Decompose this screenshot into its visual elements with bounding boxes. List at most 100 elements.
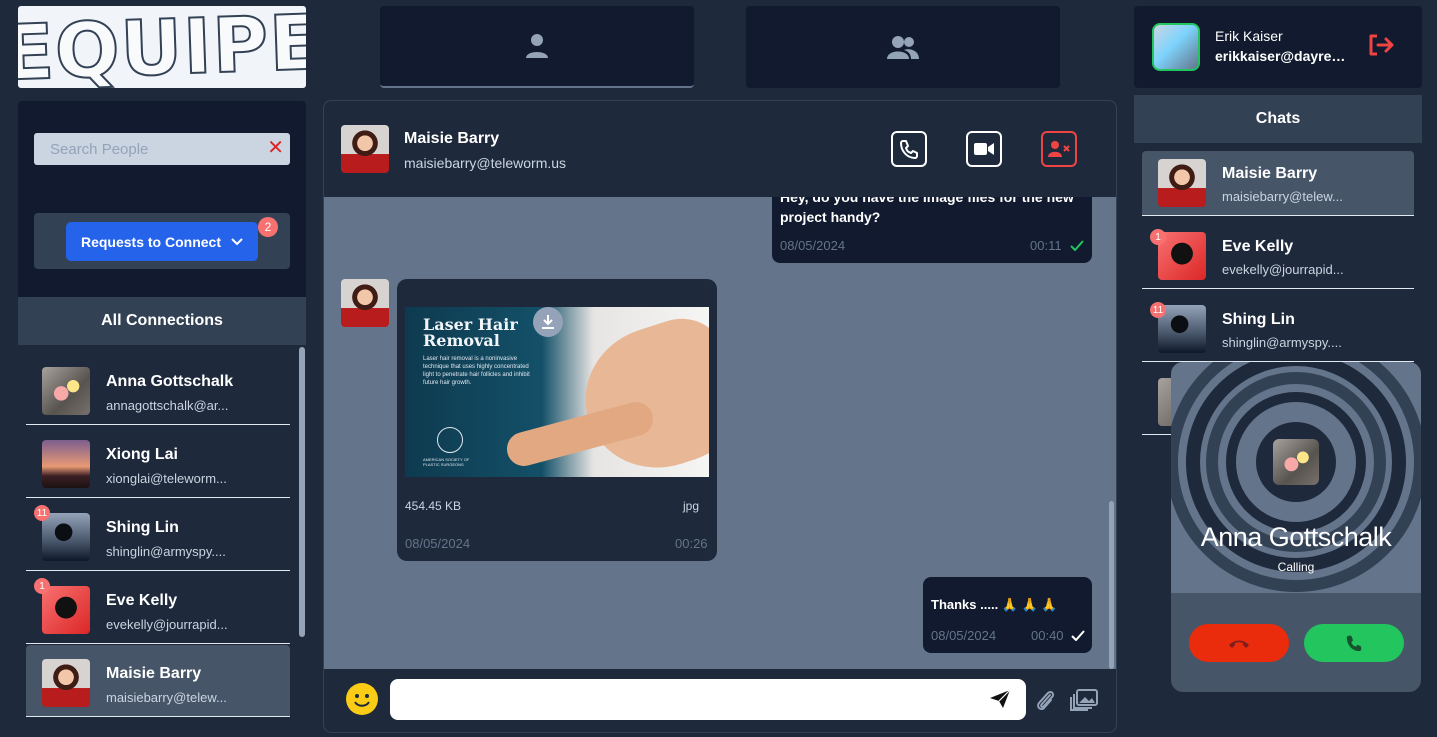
- user-email: erikkaiser@dayrep...: [1215, 48, 1347, 64]
- gallery-button[interactable]: [1070, 689, 1098, 716]
- connection-item-selected[interactable]: Maisie Barry maisiebarry@telew...: [26, 645, 290, 717]
- contact-email: maisiebarry@teleworm.us: [404, 155, 567, 171]
- avatar: [42, 513, 90, 561]
- avatar: [42, 586, 90, 634]
- send-icon: [990, 689, 1011, 708]
- clear-search-icon[interactable]: ✕: [267, 138, 284, 158]
- requests-label: Requests to Connect: [80, 233, 221, 250]
- tab-group-chats[interactable]: [746, 6, 1060, 88]
- incoming-call-card: Anna Gottschalk Calling: [1171, 362, 1421, 692]
- chat-panel: Hey, do you have the image files for the…: [323, 100, 1117, 733]
- tab-direct-chats[interactable]: [380, 6, 694, 88]
- connection-item[interactable]: Anna Gottschalk annagottschalk@ar...: [26, 353, 290, 425]
- chat-item[interactable]: Eve Kelly evekelly@jourrapid... 1: [1142, 224, 1414, 289]
- message-text: Thanks ..... 🙏 🙏 🙏: [931, 597, 1058, 612]
- user-remove-icon: [1048, 141, 1070, 157]
- connection-item[interactable]: Eve Kelly evekelly@jourrapid... 1: [26, 572, 290, 644]
- logout-icon: [1369, 34, 1394, 56]
- connections-scrollbar[interactable]: [299, 347, 305, 637]
- connection-email: shinglin@armyspy....: [106, 544, 226, 559]
- chat-item-selected[interactable]: Maisie Barry maisiebarry@telew...: [1142, 151, 1414, 216]
- caller-avatar: [1273, 439, 1319, 485]
- connection-item[interactable]: Xiong Lai xionglai@teleworm...: [26, 426, 290, 498]
- connection-email: xionglai@teleworm...: [106, 471, 227, 486]
- user-avatar[interactable]: [1152, 23, 1200, 71]
- avatar: [42, 367, 90, 415]
- check-icon: [1070, 240, 1084, 251]
- all-connections-title: All Connections: [18, 297, 306, 345]
- outgoing-message: Thanks ..... 🙏 🙏 🙏 08/05/2024 00:40: [923, 577, 1092, 653]
- requests-count-badge: 2: [258, 217, 278, 237]
- unread-badge: 11: [1150, 302, 1166, 318]
- avatar: [1158, 159, 1206, 207]
- chat-email: shinglin@armyspy....: [1222, 335, 1342, 350]
- message-input[interactable]: [390, 679, 1026, 720]
- message-date: 08/05/2024: [780, 238, 846, 253]
- call-status: Calling: [1277, 560, 1315, 574]
- chat-email: evekelly@jourrapid...: [1222, 262, 1344, 277]
- chat-item[interactable]: Shing Lin shinglin@armyspy.... 11: [1142, 297, 1414, 362]
- paperclip-icon: [1037, 690, 1055, 711]
- chat-scrollbar[interactable]: [1109, 501, 1114, 669]
- app-logo: EQUIPE: [18, 6, 306, 88]
- connection-email: maisiebarry@telew...: [106, 690, 227, 705]
- smiley-icon: [354, 694, 370, 707]
- accept-call-button[interactable]: [1304, 624, 1404, 662]
- connection-email: evekelly@jourrapid...: [106, 617, 228, 632]
- caller-name: Anna Gottschalk: [1200, 522, 1392, 552]
- hang-up-icon: [1229, 640, 1249, 648]
- current-user-panel: Erik Kaiser erikkaiser@dayrep...: [1134, 6, 1422, 88]
- avatar: [42, 659, 90, 707]
- message-time: 00:40: [1031, 628, 1064, 643]
- message-time: 00:26: [675, 536, 708, 551]
- image-message: Laser Hair Removal Laser hair removal is…: [397, 279, 717, 561]
- chat-name: Maisie Barry: [1222, 165, 1318, 182]
- file-size: 454.45 KB: [405, 499, 462, 513]
- message-date: 08/05/2024: [931, 628, 997, 643]
- emoji-button[interactable]: [346, 683, 378, 715]
- download-icon: [542, 315, 554, 329]
- chat-email: maisiebarry@telew...: [1222, 189, 1343, 204]
- message-date: 08/05/2024: [405, 536, 471, 551]
- image-org-logo: [437, 427, 463, 453]
- logo-text: EQUIPE: [18, 6, 306, 88]
- video-call-button[interactable]: [966, 131, 1002, 167]
- connection-name: Eve Kelly: [106, 592, 178, 609]
- connection-name: Maisie Barry: [106, 665, 202, 682]
- connection-name: Shing Lin: [106, 519, 179, 536]
- file-extension: jpg: [683, 499, 700, 513]
- chat-composer: [324, 669, 1116, 732]
- remove-connection-button[interactable]: [1041, 131, 1077, 167]
- decline-call-button[interactable]: [1189, 624, 1289, 662]
- video-icon: [974, 143, 994, 155]
- search-box: ✕: [34, 133, 290, 165]
- unread-badge: 1: [1150, 229, 1166, 245]
- phone-icon: [1346, 635, 1362, 652]
- requests-to-connect-button[interactable]: Requests to Connect: [66, 222, 258, 261]
- user-icon: [526, 34, 548, 58]
- search-input[interactable]: [34, 133, 264, 165]
- unread-badge: 11: [34, 505, 50, 521]
- call-visual: Anna Gottschalk Calling: [1171, 362, 1421, 593]
- images-icon: [1070, 689, 1098, 711]
- caller-avatar-frame: [1256, 422, 1336, 502]
- connection-email: annagottschalk@ar...: [106, 398, 229, 413]
- connection-name: Xiong Lai: [106, 446, 178, 463]
- avatar: [42, 440, 90, 488]
- chats-title: Chats: [1134, 95, 1422, 143]
- connections-list: Anna Gottschalk annagottschalk@ar... Xio…: [18, 345, 306, 731]
- user-name: Erik Kaiser: [1215, 28, 1283, 44]
- image-title-2: Removal: [423, 331, 500, 350]
- chat-header: Maisie Barry maisiebarry@teleworm.us: [324, 101, 1116, 197]
- check-icon: [1071, 630, 1085, 641]
- send-button[interactable]: [989, 689, 1011, 714]
- logout-button[interactable]: [1367, 33, 1395, 62]
- attached-image[interactable]: Laser Hair Removal Laser hair removal is…: [405, 307, 709, 477]
- connections-sidebar: ✕ Requests to Connect 2 All Connections …: [18, 101, 306, 731]
- message-time: 00:11: [1030, 238, 1062, 253]
- download-button[interactable]: [533, 307, 563, 337]
- image-description: Laser hair removal is a noninvasive tech…: [423, 356, 530, 386]
- connection-item[interactable]: Shing Lin shinglin@armyspy.... 11: [26, 499, 290, 571]
- attach-button[interactable]: [1034, 687, 1056, 718]
- voice-call-button[interactable]: [891, 131, 927, 167]
